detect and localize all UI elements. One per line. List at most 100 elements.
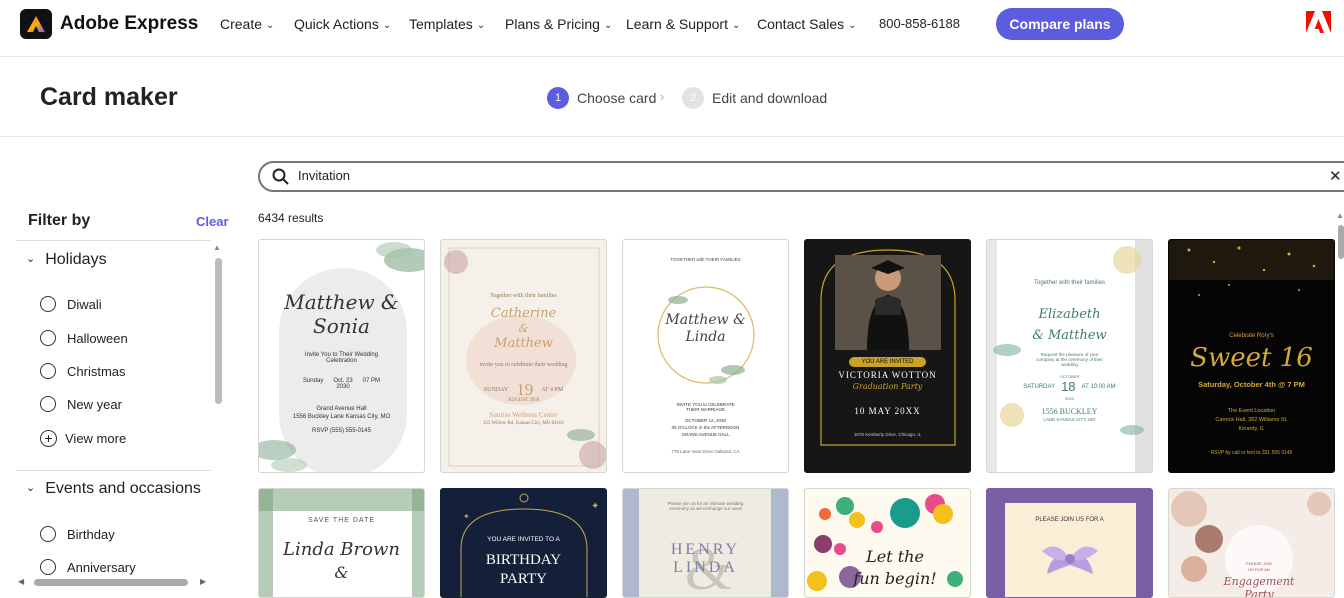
card-date-row: SATURDAY 18 AT 10:00 AM (987, 379, 1152, 394)
filter-option-new-year[interactable]: New year (40, 396, 122, 412)
divider (0, 136, 1344, 137)
floral-decoration (444, 247, 606, 469)
card-intro: Celebrate Rory's (1229, 333, 1274, 339)
filter-group-holidays[interactable]: ⌄ Holidays (26, 251, 107, 269)
card-name1: Catherine (490, 306, 557, 321)
card-name2: & Matthew (1032, 328, 1107, 343)
nav-contact-sales[interactable]: Contact Sales ⌄ (757, 16, 857, 32)
chevron-down-icon: ⌄ (382, 20, 392, 31)
card-time: AT 4 PM (541, 387, 564, 393)
card-date: 18 (1061, 379, 1076, 394)
radio-button[interactable] (40, 330, 56, 346)
card-name2: LINDA (673, 559, 738, 576)
template-card[interactable]: Let the fun begin! (804, 488, 971, 598)
card-year: 2030 (336, 384, 350, 390)
nav-learn-support[interactable]: Learn & Support ⌄ (626, 16, 740, 32)
template-card[interactable]: Together with their families Catherine &… (440, 239, 607, 473)
card-day: SUNDAY (483, 387, 509, 393)
phone-link[interactable]: 800-858-6188 (879, 16, 960, 31)
nav-templates-label: Templates (409, 16, 473, 32)
card-year: 2024 (1065, 396, 1074, 401)
filter-group-events[interactable]: ⌄ Events and occasions (26, 480, 201, 498)
filter-option-diwali[interactable]: Diwali (40, 296, 102, 312)
template-card[interactable]: PLEASE JOIN US FOR AN Engagement Party (1168, 488, 1335, 598)
nav-plans-pricing[interactable]: Plans & Pricing ⌄ (505, 16, 612, 32)
sidebar-scrollbar[interactable] (215, 258, 222, 404)
chevron-down-icon: ⌄ (26, 482, 36, 494)
card-date: Saturday, October 4th @ 7 PM (1198, 380, 1305, 389)
template-card[interactable]: ✦ ✦ YOU ARE INVITED TO A BIRTHDAY PARTY (440, 488, 607, 598)
compare-plans-button[interactable]: Compare plans (996, 8, 1124, 40)
nav-plans-pricing-label: Plans & Pricing (505, 16, 600, 32)
template-card[interactable]: YOU ARE INVITED VICTORIA WOTTON Graduati… (804, 239, 971, 473)
scroll-right-icon[interactable]: ▶ (200, 577, 206, 586)
template-card[interactable]: SAVE THE DATE Linda Brown & (258, 488, 425, 598)
template-card[interactable]: TOGETHER with THEIR FAMILIES Matthew & L… (622, 239, 789, 473)
card-small2: US FOR AN (1248, 567, 1270, 572)
filter-option-anniversary[interactable]: Anniversary (40, 559, 136, 575)
card-invite: Invite You to Their Wedding Celebration (304, 352, 379, 364)
radio-button[interactable] (40, 559, 56, 575)
nav-learn-support-label: Learn & Support (626, 16, 728, 32)
search-icon (272, 168, 289, 185)
nav-templates[interactable]: Templates ⌄ (409, 16, 485, 32)
option-label: Diwali (67, 296, 102, 312)
card-venue: Grand Avenue Hall (316, 406, 367, 412)
template-card[interactable]: Celebrate Rory's Sweet 16 Saturday, Octo… (1168, 239, 1335, 473)
adobe-express-logo[interactable] (20, 9, 52, 39)
svg-text:✦: ✦ (463, 512, 470, 521)
card-name: VICTORIA WOTTON (838, 370, 937, 380)
filter-option-halloween[interactable]: Halloween (40, 330, 128, 346)
card-address: Carnick Hall, 382 Williams St. (1215, 417, 1288, 423)
adobe-logo-icon[interactable] (1306, 11, 1331, 35)
option-label: Christmas (67, 363, 126, 379)
search-bar[interactable]: ✕ (258, 161, 1344, 192)
filter-group-label: Holidays (45, 251, 107, 268)
card-name1: HENRY (670, 541, 741, 558)
view-more-button[interactable]: + View more (40, 430, 126, 447)
step-number: 2 (682, 87, 704, 109)
card-date: 19 (516, 380, 534, 399)
sidebar-horizontal-scrollbar[interactable] (34, 579, 188, 586)
card-address: 1556 Buckley Lane Kansas City, MO (292, 414, 391, 420)
radio-button[interactable] (40, 526, 56, 542)
page-title: Card maker (40, 83, 178, 111)
card-title: Sweet 16 (1190, 343, 1313, 373)
card-address: 1678 Kemberly Drive, Chicago, IL (853, 432, 922, 437)
card-intro: Please join us for an intimate wedding c… (667, 501, 744, 511)
results-count: 6434 results (258, 211, 324, 225)
nav-contact-sales-label: Contact Sales (757, 16, 845, 32)
close-icon[interactable]: ✕ (1329, 167, 1342, 185)
template-card[interactable]: Together with their families Elizabeth &… (986, 239, 1153, 473)
card-name: Linda Brown (283, 539, 400, 560)
nav-create[interactable]: Create ⌄ (220, 16, 274, 32)
step-number: 1 (547, 87, 569, 109)
scroll-up-icon[interactable]: ▲ (213, 243, 221, 252)
nav-quick-actions[interactable]: Quick Actions ⌄ (294, 16, 391, 32)
card-names: Matthew & Linda (665, 312, 746, 345)
radio-button[interactable] (40, 396, 56, 412)
main-scrollbar[interactable] (1338, 225, 1344, 259)
chevron-down-icon: ⌄ (603, 20, 613, 31)
brand-name[interactable]: Adobe Express (60, 13, 198, 35)
card-venue: 1556 BUCKLEY (1041, 407, 1098, 416)
radio-button[interactable] (40, 296, 56, 312)
view-more-label: View more (65, 431, 127, 446)
card-city: Kinardy, IL (1238, 426, 1265, 432)
card-small1: PLEASE JOIN (1246, 561, 1272, 566)
card-venue: Sunrise Wellness Center (489, 411, 558, 419)
filter-option-birthday[interactable]: Birthday (40, 526, 115, 542)
scroll-left-icon[interactable]: ◀ (18, 577, 24, 586)
card-invite: INVITE YOU to CELEBRATE THEIR MARRIAGE (676, 402, 735, 412)
radio-button[interactable] (40, 363, 56, 379)
scroll-up-icon[interactable]: ▲ (1336, 211, 1344, 220)
template-card[interactable]: PLEASE JOIN US FOR A (986, 488, 1153, 598)
card-intro: Together with their families (1033, 280, 1106, 286)
filter-option-christmas[interactable]: Christmas (40, 363, 126, 379)
banner-label: YOU ARE INVITED (849, 357, 926, 367)
clear-filters-button[interactable]: Clear (196, 214, 229, 229)
card-intro: Together with their families (490, 293, 557, 299)
template-card[interactable]: Matthew & Sonia Invite You to Their Wedd… (258, 239, 425, 473)
template-card[interactable]: & Please join us for an intimate wedding… (622, 488, 789, 598)
search-input[interactable] (298, 168, 1198, 183)
